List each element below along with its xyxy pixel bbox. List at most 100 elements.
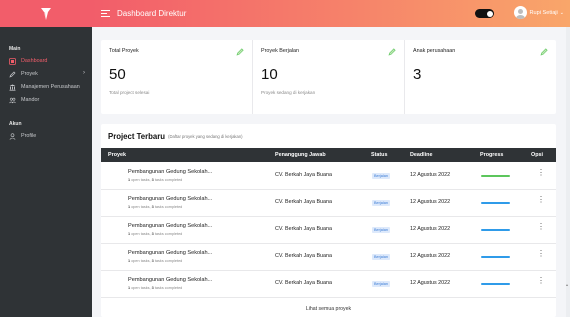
stat-value: 3 [413, 66, 422, 83]
project-name[interactable]: Pembangunan Gedung Sekolah... [128, 196, 212, 202]
project-tasks: 1 open tasks, 3 tasks completed [128, 286, 182, 290]
project-tasks: 1 open tasks, 3 tasks completed [128, 205, 182, 209]
status-badge: Berjalan [372, 172, 390, 179]
column-header-deadline: Deadline [410, 152, 433, 158]
column-header-status: Status [371, 152, 388, 158]
open-tasks-label: open tasks, [131, 258, 151, 263]
completed-tasks-count: 3 [151, 258, 154, 263]
deadline: 12 Agustus 2022 [410, 280, 451, 286]
status-badge: Berjalan [372, 253, 390, 260]
sidebar-item-dashboard[interactable]: Dashboard [0, 56, 92, 66]
edit-icon[interactable] [236, 48, 244, 56]
table-row[interactable]: Pembangunan Gedung Sekolah... 1 open task… [101, 243, 556, 271]
project-tasks: 1 open tasks, 3 tasks completed [128, 259, 182, 263]
project-name[interactable]: Pembangunan Gedung Sekolah... [128, 277, 212, 283]
column-header-proyek: Proyek [108, 152, 126, 158]
completed-tasks-label: tasks completed [154, 258, 183, 263]
sidebar-section-account: Akun [9, 121, 22, 127]
pencil-icon [9, 71, 16, 78]
progress-bar [481, 202, 510, 204]
building-icon [9, 84, 16, 91]
table-row[interactable]: Pembangunan Gedung Sekolah... 1 open task… [101, 189, 556, 217]
edit-icon[interactable] [388, 48, 396, 56]
completed-tasks-label: tasks completed [154, 177, 183, 182]
dashboard-icon [9, 57, 16, 65]
status-badge: Berjalan [372, 199, 390, 206]
open-tasks-count: 1 [128, 285, 131, 290]
users-icon [9, 97, 16, 104]
chevron-down-icon: ⌄ [559, 9, 564, 16]
user-name: Rupi Setiaji [529, 9, 558, 16]
stats-panel: Total Proyek 50 Total project selesai Pr… [101, 40, 556, 114]
more-options-icon[interactable]: ⋮ [537, 223, 545, 231]
edit-icon[interactable] [540, 48, 548, 56]
logo[interactable] [0, 0, 92, 27]
card-title: Project Terbaru [108, 131, 166, 141]
stat-card-anak-perusahaan: Anak perusahaan 3 [405, 40, 556, 114]
progress-bar [481, 175, 510, 177]
open-tasks-count: 1 [128, 177, 131, 182]
deadline: 12 Agustus 2022 [410, 199, 451, 205]
column-header-progress: Progress [480, 152, 504, 158]
more-options-icon[interactable]: ⋮ [537, 250, 545, 258]
sidebar-item-mandor[interactable]: Mandor [0, 95, 92, 105]
column-header-penanggung-jawab: Penanggung Jawab [275, 152, 326, 158]
completed-tasks-count: 3 [151, 177, 154, 182]
project-name[interactable]: Pembangunan Gedung Sekolah... [128, 250, 212, 256]
project-name[interactable]: Pembangunan Gedung Sekolah... [128, 223, 212, 229]
project-name[interactable]: Pembangunan Gedung Sekolah... [128, 169, 212, 175]
stat-title: Total Proyek [109, 48, 139, 54]
open-tasks-label: open tasks, [131, 204, 151, 209]
stat-subtitle: Proyek sedang di kerjakan [261, 90, 316, 95]
stat-title: Anak perusahaan [413, 48, 456, 54]
deadline: 12 Agustus 2022 [410, 172, 451, 178]
user-menu[interactable]: Rupi Setiaji ⌄ [513, 6, 564, 19]
sidebar-item-proyek[interactable]: Proyek › [0, 69, 92, 79]
sidebar-item-label: Dashboard [21, 58, 48, 64]
sidebar-item-label: Proyek [21, 71, 38, 77]
topbar: Dashboard Direktur Rupi Setiaji ⌄ [92, 0, 570, 27]
open-tasks-label: open tasks, [131, 177, 151, 182]
table-row[interactable]: Pembangunan Gedung Sekolah... 1 open task… [101, 162, 556, 190]
open-tasks-label: open tasks, [131, 285, 151, 290]
more-options-icon[interactable]: ⋮ [537, 196, 545, 204]
scrollbar[interactable]: ▴ [566, 27, 570, 317]
sidebar-section-main: Main [9, 46, 21, 52]
stat-card-proyek-berjalan: Proyek Berjalan 10 Proyek sedang di kerj… [253, 40, 405, 114]
deadline: 12 Agustus 2022 [410, 253, 451, 259]
status-badge: Berjalan [372, 280, 390, 287]
table-row[interactable]: Pembangunan Gedung Sekolah... 1 open task… [101, 216, 556, 244]
open-tasks-count: 1 [128, 231, 131, 236]
progress-bar [481, 283, 510, 285]
open-tasks-label: open tasks, [131, 231, 151, 236]
sidebar-item-profile[interactable]: Profile [0, 131, 92, 141]
see-all-projects-link[interactable]: Lihat semua proyek [101, 306, 556, 312]
stat-value: 10 [261, 66, 278, 83]
page-title: Dashboard Direktur [117, 9, 187, 18]
open-tasks-count: 1 [128, 204, 131, 209]
status-badge: Berjalan [372, 226, 390, 233]
sidebar-item-label: Profile [21, 133, 37, 139]
person-in-charge: CV. Berkah Jaya Buana [275, 253, 333, 259]
completed-tasks-label: tasks completed [154, 231, 183, 236]
completed-tasks-label: tasks completed [154, 285, 183, 290]
sidebar-item-manajemen-perusahaan[interactable]: Manajemen Perusahaan [0, 82, 92, 92]
sidebar: Main Dashboard Proyek › Manajemen Perusa… [0, 0, 92, 317]
more-options-icon[interactable]: ⋮ [537, 169, 545, 177]
logo-icon [41, 7, 51, 20]
stat-subtitle: Total project selesai [109, 90, 150, 95]
theme-toggle[interactable] [475, 9, 494, 18]
deadline: 12 Agustus 2022 [410, 226, 451, 232]
menu-icon[interactable] [101, 10, 110, 17]
completed-tasks-count: 3 [151, 285, 154, 290]
table-row[interactable]: Pembangunan Gedung Sekolah... 1 open task… [101, 270, 556, 298]
scroll-arrow-icon[interactable]: ▴ [566, 282, 568, 287]
person-in-charge: CV. Berkah Jaya Buana [275, 199, 333, 205]
chevron-right-icon: › [83, 70, 85, 76]
project-tasks: 1 open tasks, 3 tasks completed [128, 178, 182, 182]
completed-tasks-label: tasks completed [154, 204, 183, 209]
stat-value: 50 [109, 66, 126, 83]
project-tasks: 1 open tasks, 3 tasks completed [128, 232, 182, 236]
more-options-icon[interactable]: ⋮ [537, 277, 545, 285]
person-in-charge: CV. Berkah Jaya Buana [275, 172, 333, 178]
